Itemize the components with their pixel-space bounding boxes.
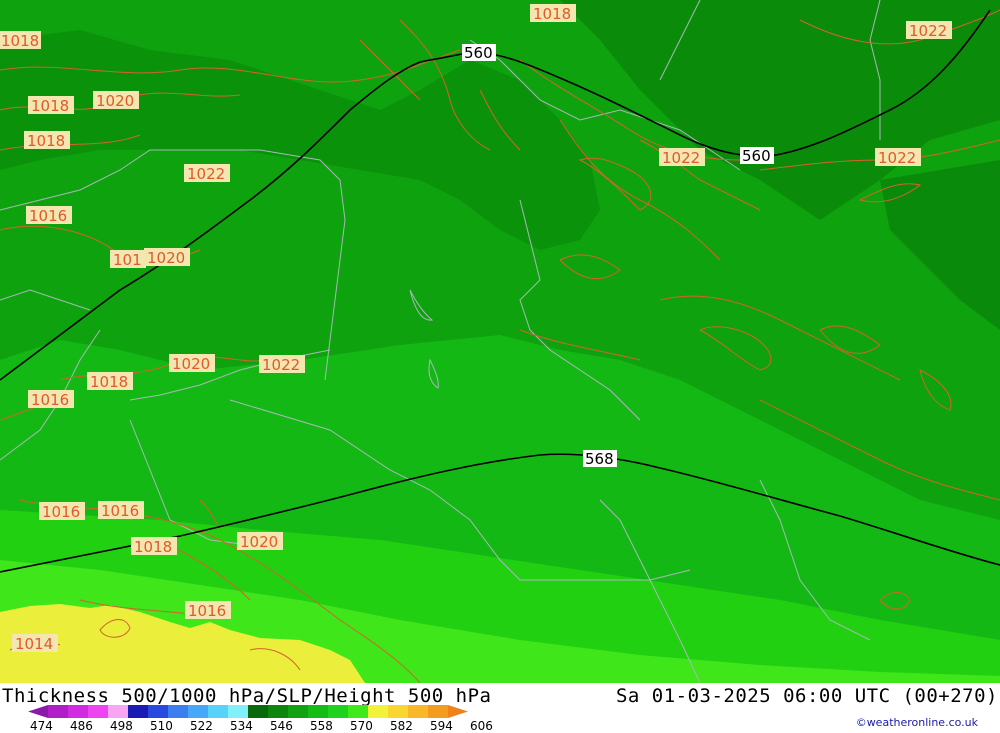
slp-label: 1016	[42, 503, 80, 521]
scale-label: 534	[230, 719, 253, 733]
scale-swatch	[268, 705, 288, 718]
color-scale-labels: 474 486 498 510 522 534 546 558 570 582 594 606	[30, 719, 510, 733]
slp-label: 1020	[147, 249, 185, 267]
slp-label: 1022	[262, 356, 300, 374]
slp-label: 1022	[662, 149, 700, 167]
slp-label: 1018	[27, 132, 65, 150]
scale-swatch	[348, 705, 368, 718]
slp-label: 101	[113, 251, 142, 269]
scale-swatch	[368, 705, 388, 718]
scale-swatch	[88, 705, 108, 718]
scale-label: 582	[390, 719, 413, 733]
scale-swatch	[108, 705, 128, 718]
scale-label: 606	[470, 719, 493, 733]
map-canvas: 560 560 568 1018 1018 1022 1018 1020 101…	[0, 0, 1000, 683]
slp-label: 1022	[909, 22, 947, 40]
slp-label: 1016	[188, 602, 226, 620]
slp-label: 1016	[29, 207, 67, 225]
scale-swatch	[128, 705, 148, 718]
slp-label: 1020	[96, 92, 134, 110]
scale-swatch	[328, 705, 348, 718]
slp-label: 1018	[533, 5, 571, 23]
scale-swatch	[28, 705, 48, 718]
scale-label: 522	[190, 719, 213, 733]
scale-swatch	[408, 705, 428, 718]
height-label-560-north: 560	[464, 44, 493, 62]
slp-label: 1022	[878, 149, 916, 167]
scale-swatch	[288, 705, 308, 718]
scale-label: 546	[270, 719, 293, 733]
slp-label: 1020	[172, 355, 210, 373]
slp-label: 1018	[134, 538, 172, 556]
slp-label: 1022	[187, 165, 225, 183]
slp-label: 1020	[240, 533, 278, 551]
credit-link[interactable]: ©weatheronline.co.uk	[856, 716, 978, 729]
slp-label: 1018	[31, 97, 69, 115]
scale-label: 498	[110, 719, 133, 733]
scale-label: 570	[350, 719, 373, 733]
scale-label: 474	[30, 719, 53, 733]
map-footer: Thickness 500/1000 hPa/SLP/Height 500 hP…	[0, 683, 1000, 733]
scale-swatch	[428, 705, 448, 718]
map-title: Thickness 500/1000 hPa/SLP/Height 500 hP…	[2, 685, 492, 707]
map-valid-time: Sa 01-03-2025 06:00 UTC (00+270)	[615, 685, 998, 707]
slp-label: 1018	[90, 373, 128, 391]
weather-map: 560 560 568 1018 1018 1022 1018 1020 101…	[0, 0, 1000, 683]
scale-swatch	[308, 705, 328, 718]
slp-label: 1016	[101, 502, 139, 520]
scale-swatch	[248, 705, 268, 718]
scale-swatch	[168, 705, 188, 718]
scale-label: 558	[310, 719, 333, 733]
scale-swatch	[48, 705, 68, 718]
height-label-560-east: 560	[742, 147, 771, 165]
scale-swatch	[188, 705, 208, 718]
color-scale-bar	[28, 705, 468, 718]
scale-label: 594	[430, 719, 453, 733]
slp-label: 1016	[31, 391, 69, 409]
scale-swatch	[68, 705, 88, 718]
slp-label: 1014	[15, 635, 53, 653]
scale-swatch	[148, 705, 168, 718]
scale-swatch	[448, 705, 468, 718]
scale-swatch	[388, 705, 408, 718]
slp-label: 1018	[1, 32, 39, 50]
scale-label: 486	[70, 719, 93, 733]
height-label-568: 568	[585, 450, 614, 468]
scale-label: 510	[150, 719, 173, 733]
scale-swatch	[208, 705, 228, 718]
scale-swatch	[228, 705, 248, 718]
